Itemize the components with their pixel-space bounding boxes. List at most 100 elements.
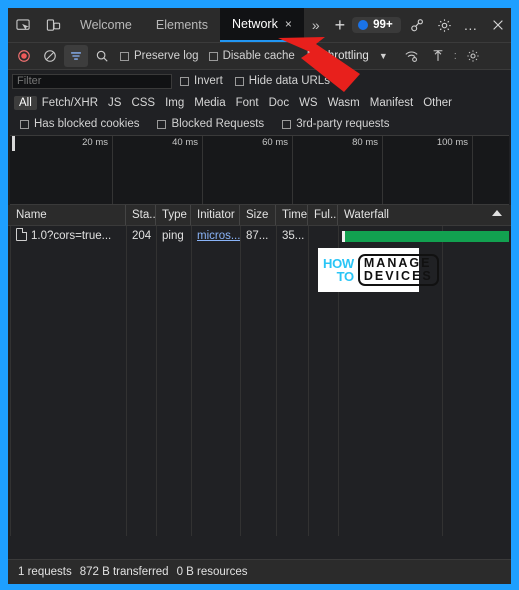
table-row[interactable]: 1.0?cors=true... 204 ping micros... 87..… [8,226,511,247]
column-divider[interactable] [191,226,192,536]
checkbox-box[interactable] [234,76,244,86]
preserve-log-checkbox[interactable]: Preserve log [116,50,203,62]
status-resources: 0 B resources [176,566,248,578]
requests-table-header: Name Sta... Type Initiator Size Time Ful… [8,205,511,226]
invert-checkbox[interactable]: Invert [176,75,227,87]
network-conditions-icon[interactable] [400,45,424,67]
cell-time: 35... [282,230,305,242]
chevron-down-icon[interactable]: ▼ [371,51,398,61]
cell-initiator[interactable]: micros... [191,226,240,247]
import-har-icon[interactable] [426,45,450,67]
filter-row: Invert Hide data URLs [8,70,511,92]
more-options-icon[interactable]: … [458,12,485,38]
sort-ascending-icon[interactable] [492,210,502,216]
filter-button[interactable] [64,45,88,67]
cell-name-text: 1.0?cors=true... [31,230,112,242]
column-header-type[interactable]: Type [156,205,191,225]
checkbox-box[interactable] [282,119,292,129]
overview-tick-label: 40 ms [172,137,198,148]
filter-category-ws[interactable]: WS [294,96,323,110]
column-header-fulfilled[interactable]: Ful... [308,205,338,225]
tab-label: Network [231,17,278,31]
column-divider[interactable] [308,226,309,536]
watermark-line2: TO [336,269,355,284]
tab-network[interactable]: Network × [219,8,304,42]
overview-tick-cell: 60 ms [203,136,293,204]
tab-close-icon[interactable]: × [285,18,292,30]
filter-category-other[interactable]: Other [418,96,457,110]
document-icon [16,228,27,241]
hide-data-urls-checkbox[interactable]: Hide data URLs [231,75,334,87]
tab-welcome[interactable]: Welcome [68,8,144,42]
column-divider[interactable] [156,226,157,536]
filter-category-manifest[interactable]: Manifest [365,96,418,110]
column-header-name[interactable]: Name [10,205,126,225]
third-party-requests-checkbox[interactable]: 3rd-party requests [278,118,393,130]
watermark-logo: HOW TO MANAGE DEVICES [318,248,439,292]
more-tabs-icon[interactable]: » [304,17,328,33]
overview-tick-label: 80 ms [352,137,378,148]
filter-category-doc[interactable]: Doc [264,96,294,110]
filter-category-font[interactable]: Font [231,96,264,110]
issues-badge[interactable]: 99+ [352,17,401,33]
filter-category-css[interactable]: CSS [126,96,160,110]
checkbox-box[interactable] [20,119,29,129]
waterfall-bar[interactable] [345,231,509,242]
extensions-icon[interactable] [405,12,432,38]
overview-tick-label: 100 ms [436,137,468,148]
filter-category-js[interactable]: JS [103,96,126,110]
filter-category-fetchxhr[interactable]: Fetch/XHR [37,96,103,110]
tab-elements[interactable]: Elements [144,8,220,42]
column-divider[interactable] [240,226,241,536]
cell-type: ping [162,230,184,242]
tab-label: Welcome [80,18,132,32]
record-button[interactable] [12,45,36,67]
requests-table-body[interactable]: 1.0?cors=true... 204 ping micros... 87..… [8,226,511,536]
column-header-size[interactable]: Size [240,205,276,225]
settings-gear-icon[interactable] [431,12,458,38]
watermark-line4: DEVICES [363,269,433,283]
device-toolbar-icon[interactable] [38,12,68,38]
add-tab-button[interactable]: + [328,16,353,34]
filter-category-all[interactable]: All [14,95,37,110]
network-settings-icon[interactable] [461,45,485,67]
initiator-link[interactable]: micros... [197,230,240,242]
checkbox-box[interactable] [208,51,218,61]
filter-input[interactable] [12,73,172,89]
column-header-waterfall[interactable]: Waterfall [338,205,509,225]
checkbox-box[interactable] [157,119,167,129]
network-toolbar: Preserve log Disable cache No throttling… [8,43,511,70]
column-header-status[interactable]: Sta... [126,205,156,225]
search-button[interactable] [90,45,114,67]
filter-category-media[interactable]: Media [189,96,230,110]
overview-tick-label: 60 ms [262,137,288,148]
cell-status: 204 [132,230,152,242]
disable-cache-label: Disable cache [222,50,295,62]
devtools-panel: Welcome Elements Network × » + 99+ … Pre… [8,8,511,584]
inspect-element-icon[interactable] [8,12,38,38]
blocked-requests-checkbox[interactable]: Blocked Requests [153,118,268,130]
window-frame: Welcome Elements Network × » + 99+ … Pre… [0,0,519,590]
column-header-initiator[interactable]: Initiator [191,205,240,225]
third-party-requests-label: 3rd-party requests [296,118,390,130]
cell-fulfilled [308,226,338,247]
throttling-select[interactable]: No throttling [301,50,369,62]
checkbox-box[interactable] [180,76,189,86]
column-header-time[interactable]: Time [276,205,308,225]
filter-category-wasm[interactable]: Wasm [323,96,365,110]
clear-button[interactable] [38,45,62,67]
column-divider[interactable] [276,226,277,536]
filter-category-img[interactable]: Img [160,96,189,110]
disable-cache-checkbox[interactable]: Disable cache [205,50,299,62]
cell-name[interactable]: 1.0?cors=true... [10,226,126,247]
has-blocked-cookies-checkbox[interactable]: Has blocked cookies [16,118,143,130]
checkbox-box[interactable] [120,51,129,61]
hide-data-urls-label: Hide data URLs [248,75,330,87]
close-devtools-icon[interactable] [484,12,511,38]
network-overview-timeline[interactable]: 20 ms 40 ms 60 ms 80 ms 100 ms [10,135,509,205]
overview-selection-handle[interactable] [12,136,15,151]
status-requests: 1 requests [18,566,72,578]
overview-tick-cell: 40 ms [113,136,203,204]
column-divider[interactable] [126,226,127,536]
overview-tick-cell: 100 ms [383,136,473,204]
